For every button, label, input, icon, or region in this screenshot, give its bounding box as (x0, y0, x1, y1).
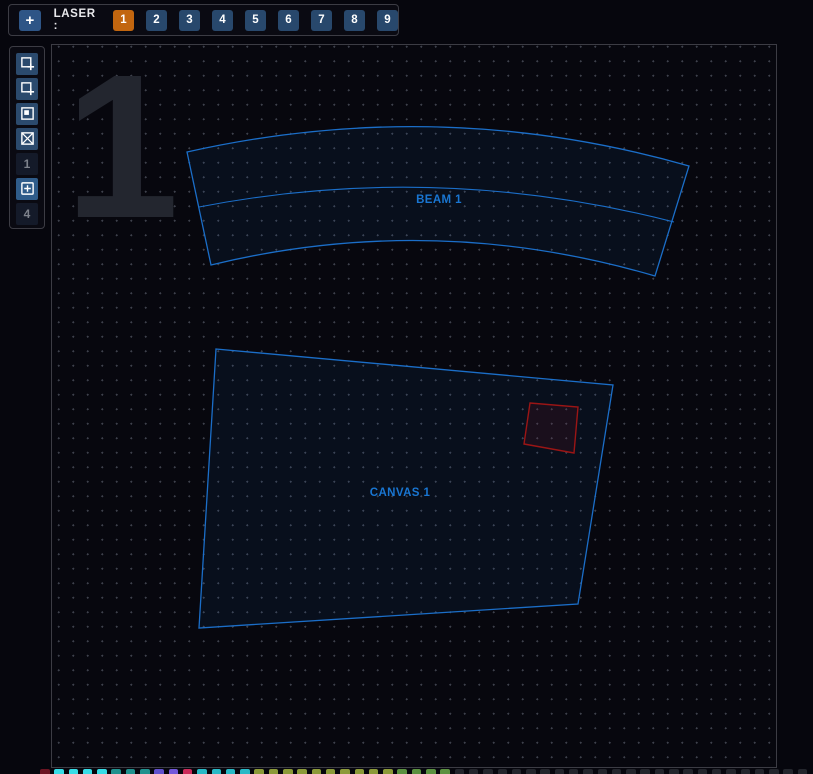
cue-dash[interactable] (312, 769, 322, 774)
laser-button-5[interactable]: 5 (245, 10, 266, 31)
laser-toolbar: + LASER : 123456789 (8, 4, 399, 36)
cue-dash[interactable] (769, 769, 779, 774)
cue-dash[interactable] (741, 769, 751, 774)
cue-dash[interactable] (283, 769, 293, 774)
sidebar-button-4[interactable]: 4 (16, 203, 38, 225)
cue-dash[interactable] (469, 769, 479, 774)
laser-selector: 123456789 (113, 10, 398, 31)
cue-dash[interactable] (355, 769, 365, 774)
cue-dash[interactable] (669, 769, 679, 774)
cue-dash[interactable] (598, 769, 608, 774)
cue-dash[interactable] (683, 769, 693, 774)
laser-button-7[interactable]: 7 (311, 10, 332, 31)
laser-button-9[interactable]: 9 (377, 10, 398, 31)
cue-dash[interactable] (369, 769, 379, 774)
zone-editor-canvas[interactable]: 1 BEAM 1 CANVAS 1 (51, 44, 777, 768)
cue-dash[interactable] (169, 769, 179, 774)
cue-dash[interactable] (183, 769, 193, 774)
cue-dash[interactable] (626, 769, 636, 774)
cue-dash[interactable] (726, 769, 736, 774)
cue-dash[interactable] (111, 769, 121, 774)
cue-dash[interactable] (698, 769, 708, 774)
cue-dash[interactable] (269, 769, 279, 774)
cue-dash[interactable] (212, 769, 222, 774)
laser-button-8[interactable]: 8 (344, 10, 365, 31)
cue-dash[interactable] (97, 769, 107, 774)
laser-button-1[interactable]: 1 (113, 10, 134, 31)
cue-dash[interactable] (483, 769, 493, 774)
laser-label: LASER : (54, 8, 103, 32)
cue-dash[interactable] (755, 769, 765, 774)
cue-dash[interactable] (226, 769, 236, 774)
cue-dash[interactable] (583, 769, 593, 774)
cue-dash[interactable] (712, 769, 722, 774)
laser-number-watermark: 1 (65, 45, 179, 261)
zone-label: CANVAS 1 (370, 487, 431, 499)
cue-dash[interactable] (540, 769, 550, 774)
cue-dash[interactable] (254, 769, 264, 774)
plus-icon: + (25, 13, 34, 28)
cue-dash[interactable] (297, 769, 307, 774)
cue-dash[interactable] (126, 769, 136, 774)
sidebar-button-1[interactable]: 1 (16, 153, 38, 175)
cue-dash[interactable] (412, 769, 422, 774)
laser-button-3[interactable]: 3 (179, 10, 200, 31)
cue-dash[interactable] (340, 769, 350, 774)
laser-button-6[interactable]: 6 (278, 10, 299, 31)
cue-dash[interactable] (40, 769, 50, 774)
cue-dash[interactable] (326, 769, 336, 774)
cue-dash[interactable] (798, 769, 808, 774)
laser-button-2[interactable]: 2 (146, 10, 167, 31)
cue-dash[interactable] (140, 769, 150, 774)
cue-dash[interactable] (154, 769, 164, 774)
add-laser-button[interactable]: + (19, 10, 41, 31)
cue-dash[interactable] (69, 769, 79, 774)
cue-dash[interactable] (197, 769, 207, 774)
cue-dash[interactable] (498, 769, 508, 774)
cue-dash[interactable] (655, 769, 665, 774)
cue-dash[interactable] (240, 769, 250, 774)
cue-dash[interactable] (512, 769, 522, 774)
cue-dash[interactable] (397, 769, 407, 774)
cue-dash[interactable] (455, 769, 465, 774)
crossed-box-icon[interactable] (16, 128, 38, 150)
zone-tool-sidebar: 14 (9, 46, 45, 229)
add-display-zone-icon[interactable] (16, 78, 38, 100)
cue-dash[interactable] (783, 769, 793, 774)
cue-dash[interactable] (383, 769, 393, 774)
zone-label: BEAM 1 (416, 194, 462, 206)
plus-box-icon[interactable] (16, 178, 38, 200)
cue-dash[interactable] (83, 769, 93, 774)
add-display-zone-icon[interactable] (16, 53, 38, 75)
cue-strip (40, 769, 812, 774)
cue-dash[interactable] (54, 769, 64, 774)
cue-dash[interactable] (612, 769, 622, 774)
cue-dash[interactable] (640, 769, 650, 774)
laser-button-4[interactable]: 4 (212, 10, 233, 31)
cue-dash[interactable] (569, 769, 579, 774)
projection-zone-icon[interactable] (16, 103, 38, 125)
zone-editor-svg: 1 BEAM 1 CANVAS 1 (52, 45, 775, 766)
cue-dash[interactable] (526, 769, 536, 774)
cue-dash[interactable] (426, 769, 436, 774)
cue-dash[interactable] (440, 769, 450, 774)
selection-rectangle[interactable] (524, 403, 578, 453)
cue-dash[interactable] (555, 769, 565, 774)
